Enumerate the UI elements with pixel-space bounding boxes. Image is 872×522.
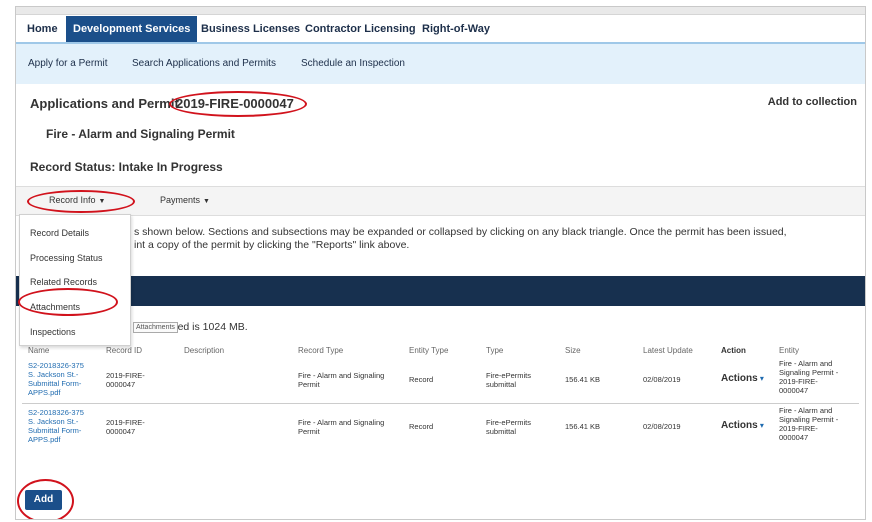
record-header: Applications and Permit 2019-FIRE-000004… — [16, 86, 865, 186]
payments-label: Payments — [160, 195, 201, 205]
menu-item-inspections[interactable]: Inspections — [30, 327, 76, 337]
instructions-line-2: int a copy of the permit by clicking the… — [134, 239, 410, 251]
tab-contractor-licensing[interactable]: Contractor Licensing — [298, 16, 423, 42]
latest-update-cell: 02/08/2019 — [643, 422, 681, 431]
schedule-inspection-link[interactable]: Schedule an Inspection — [301, 58, 405, 69]
col-header-description[interactable]: Description — [184, 346, 224, 355]
menu-item-record-details[interactable]: Record Details — [30, 228, 89, 238]
chevron-down-icon: ▾ — [757, 374, 764, 383]
page-frame: Home Development Services Business Licen… — [15, 6, 866, 520]
tab-development-services[interactable]: Development Services — [66, 16, 198, 42]
attachment-name-link[interactable]: S2-2018326-375 S. Jackson St.- Submittal F… — [28, 361, 84, 397]
tab-home[interactable]: Home — [20, 16, 65, 42]
col-header-entity-type[interactable]: Entity Type — [409, 346, 448, 355]
col-header-latest-update[interactable]: Latest Update — [643, 346, 693, 355]
actions-dropdown[interactable]: Actions ▾ — [721, 373, 764, 384]
record-info-menu[interactable]: Record Info ▼ — [49, 195, 105, 205]
entity-cell: Fire - Alarm and Signaling Permit -2019-F… — [779, 406, 839, 442]
size-cell: 156.41 KB — [565, 422, 601, 431]
entity-type-cell: Record — [409, 422, 434, 431]
add-to-collection-link[interactable]: Add to collection — [768, 96, 857, 108]
record-type-cell: Fire - Alarm and Signaling Permit — [298, 371, 385, 389]
menu-item-processing-status[interactable]: Processing Status — [30, 253, 103, 263]
max-size-text: wed is 1024 MB. — [170, 321, 248, 333]
latest-update-cell: 02/08/2019 — [643, 375, 681, 384]
col-header-name[interactable]: Name — [28, 346, 49, 355]
record-id-cell: 2019-FIRE- 0000047 — [106, 418, 145, 436]
apply-permit-link[interactable]: Apply for a Permit — [28, 58, 107, 69]
col-header-type[interactable]: Type — [486, 346, 503, 355]
tab-right-of-way[interactable]: Right-of-Way — [415, 16, 497, 42]
add-attachment-button[interactable]: Add — [25, 490, 62, 510]
top-strip — [16, 7, 865, 15]
type-cell: Fire-ePermits submittal — [486, 371, 532, 389]
caret-down-icon: ▼ — [203, 198, 210, 205]
record-type-cell: Fire - Alarm and Signaling Permit — [298, 418, 385, 436]
col-header-record-type[interactable]: Record Type — [298, 346, 343, 355]
attachments-tooltip: Attachments — [133, 322, 178, 333]
record-number: 2019-FIRE-0000047 — [176, 96, 294, 111]
permit-type-title: Fire - Alarm and Signaling Permit — [46, 127, 235, 141]
col-header-record-id[interactable]: Record ID — [106, 346, 142, 355]
type-cell: Fire-ePermits submittal — [486, 418, 532, 436]
col-header-size[interactable]: Size — [565, 346, 581, 355]
col-header-entity[interactable]: Entity — [779, 346, 799, 355]
main-nav: Home Development Services Business Licen… — [16, 16, 865, 42]
section-header-bar — [16, 276, 865, 306]
page-title: Applications and Permit — [30, 96, 179, 111]
record-status: Record Status: Intake In Progress — [30, 160, 223, 174]
record-info-label: Record Info — [49, 195, 96, 205]
actions-dropdown[interactable]: Actions ▾ — [721, 420, 764, 431]
record-id-cell: 2019-FIRE- 0000047 — [106, 371, 145, 389]
menu-item-related-records[interactable]: Related Records — [30, 277, 97, 287]
search-applications-link[interactable]: Search Applications and Permits — [132, 58, 276, 69]
instructions-text: s shown below. Sections and subsections … — [134, 226, 852, 252]
record-info-dropdown: Record Details Processing Status Related… — [19, 214, 131, 346]
chevron-down-icon: ▾ — [757, 421, 764, 430]
caret-down-icon: ▼ — [98, 198, 106, 205]
sub-nav: Apply for a Permit Search Applications a… — [16, 42, 865, 84]
table-row: S2-2018326-375 S. Jackson St.- Submittal F… — [16, 359, 865, 403]
record-tabs-bar: Record Info ▼ Payments ▼ — [16, 186, 865, 216]
instructions-line-1: s shown below. Sections and subsections … — [134, 226, 787, 238]
payments-menu[interactable]: Payments ▼ — [160, 195, 210, 205]
attachment-name-link[interactable]: S2-2018326-375 S. Jackson St.- Submittal F… — [28, 408, 84, 444]
menu-item-attachments[interactable]: Attachments — [30, 302, 80, 312]
row-divider — [22, 403, 859, 404]
size-cell: 156.41 KB — [565, 375, 601, 384]
entity-type-cell: Record — [409, 375, 434, 384]
col-header-action: Action — [721, 346, 746, 355]
tab-business-licenses[interactable]: Business Licenses — [194, 16, 307, 42]
entity-cell: Fire - Alarm and Signaling Permit -2019-F… — [779, 359, 839, 395]
table-row: S2-2018326-375 S. Jackson St.- Submittal F… — [16, 406, 865, 450]
